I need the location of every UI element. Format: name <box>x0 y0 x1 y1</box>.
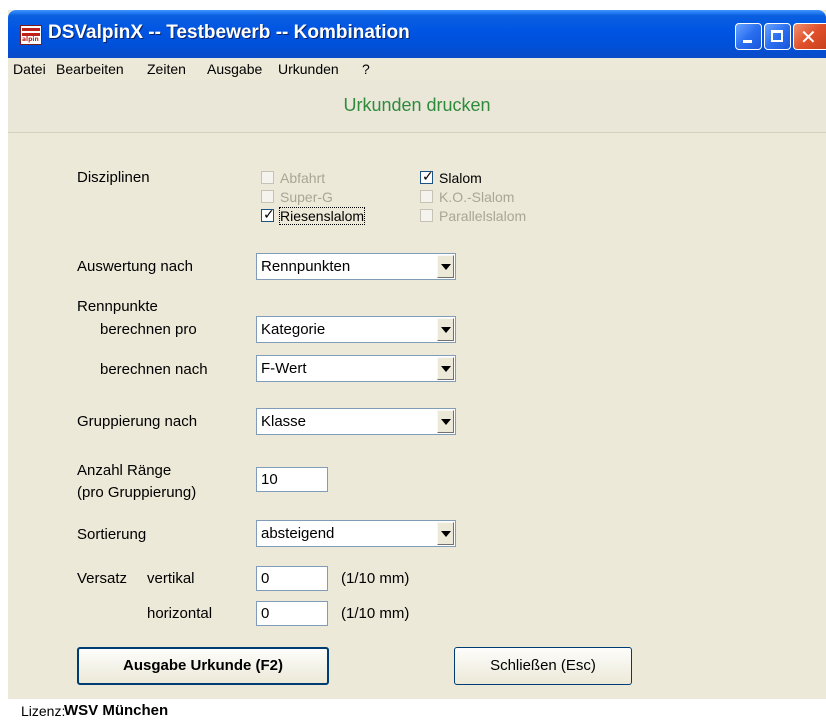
anzahl-label-line2: (pro Gruppierung) <box>77 484 197 501</box>
sortierung-label: Sortierung <box>77 526 147 543</box>
header-panel: Urkunden drucken <box>8 80 826 133</box>
check-mark-icon: ✓ <box>263 207 275 223</box>
anzahl-label-line1: Anzahl Ränge <box>77 462 172 479</box>
license-label: Lizenz: <box>21 703 66 719</box>
auswertung-select[interactable]: Rennpunkten <box>256 253 456 280</box>
app-icon[interactable]: alpin <box>20 25 42 45</box>
window-title: DSValpinX -- Testbewerb -- Kombination <box>48 22 410 43</box>
chevron-down-icon <box>441 419 451 425</box>
auswertung-value: Rennpunkten <box>261 258 351 275</box>
minimize-icon <box>743 40 752 43</box>
screen-title: Urkunden drucken <box>343 95 491 115</box>
menu-bearbeiten[interactable]: Bearbeiten <box>56 61 124 77</box>
rennpunkte-nach-select[interactable]: F-Wert <box>256 355 456 382</box>
dropdown-button[interactable] <box>437 318 454 341</box>
checkbox-box <box>261 190 274 203</box>
versatz-label: Versatz <box>77 570 128 587</box>
app-icon-label: alpin <box>22 36 39 43</box>
dropdown-button[interactable] <box>437 357 454 380</box>
chevron-down-icon <box>441 327 451 333</box>
checkbox-label: Super-G <box>280 189 333 205</box>
dropdown-button[interactable] <box>437 410 454 433</box>
gruppierung-select[interactable]: Klasse <box>256 408 456 435</box>
title-bar[interactable]: alpin DSValpinX -- Testbewerb -- Kombina… <box>8 10 826 58</box>
menu-help[interactable]: ? <box>362 61 370 77</box>
versatz-vertikal-unit: (1/10 mm) <box>341 570 410 587</box>
app-window: alpin DSValpinX -- Testbewerb -- Kombina… <box>8 10 826 722</box>
checkbox-label: Riesenslalom <box>278 207 366 225</box>
rennpunkte-pro-value: Kategorie <box>261 321 326 338</box>
auswertung-label: Auswertung nach <box>77 258 193 275</box>
rennpunkte-pro-label: berechnen pro <box>100 321 197 338</box>
checkbox-label: K.O.-Slalom <box>439 189 515 205</box>
versatz-vertikal-label: vertikal <box>147 570 195 587</box>
dropdown-button[interactable] <box>437 255 454 278</box>
form-panel: Disziplinen Abfahrt Super-G ✓ Riesenslal… <box>8 133 826 699</box>
menu-bar: Datei Bearbeiten Zeiten Ausgabe Urkunden… <box>8 58 826 80</box>
license-value: WSV München <box>64 702 169 719</box>
checkbox-label: Slalom <box>439 170 482 186</box>
minimize-button[interactable] <box>735 23 762 50</box>
disziplinen-label: Disziplinen <box>77 169 150 186</box>
sortierung-value: absteigend <box>261 525 335 542</box>
versatz-horizontal-label: horizontal <box>147 605 213 622</box>
close-icon: ✕ <box>800 25 817 49</box>
checkbox-box <box>420 209 433 222</box>
versatz-horizontal-unit: (1/10 mm) <box>341 605 410 622</box>
anzahl-input[interactable] <box>256 467 328 492</box>
rennpunkte-nach-value: F-Wert <box>261 360 307 377</box>
versatz-vertikal-input[interactable] <box>256 566 328 591</box>
print-certificate-button[interactable]: Ausgabe Urkunde (F2) <box>77 647 329 685</box>
rennpunkte-pro-select[interactable]: Kategorie <box>256 316 456 343</box>
checkbox-box: ✓ <box>261 207 275 223</box>
checkbox-box: ✓ <box>420 169 434 185</box>
checkbox-box <box>420 190 433 203</box>
rennpunkte-label: Rennpunkte <box>77 298 158 315</box>
maximize-button[interactable] <box>764 23 791 50</box>
versatz-horizontal-input[interactable] <box>256 601 328 626</box>
gruppierung-label: Gruppierung nach <box>77 413 198 430</box>
chevron-down-icon <box>441 366 451 372</box>
dropdown-button[interactable] <box>437 522 454 545</box>
close-window-button[interactable]: ✕ <box>793 23 826 50</box>
sortierung-select[interactable]: absteigend <box>256 520 456 547</box>
status-bar: Lizenz: WSV München <box>8 699 826 722</box>
close-button[interactable]: Schließen (Esc) <box>454 647 632 685</box>
menu-urkunden[interactable]: Urkunden <box>278 61 339 77</box>
chevron-down-icon <box>441 531 451 537</box>
checkbox-label: Abfahrt <box>280 170 326 186</box>
chevron-down-icon <box>441 264 451 270</box>
check-mark-icon: ✓ <box>422 169 434 185</box>
checkbox-label: Parallelslalom <box>439 208 527 224</box>
menu-ausgabe[interactable]: Ausgabe <box>207 61 262 77</box>
menu-datei[interactable]: Datei <box>13 61 46 77</box>
checkbox-box <box>261 171 274 184</box>
gruppierung-value: Klasse <box>261 413 307 430</box>
rennpunkte-nach-label: berechnen nach <box>100 361 208 378</box>
menu-zeiten[interactable]: Zeiten <box>147 61 186 77</box>
maximize-icon <box>771 30 783 42</box>
